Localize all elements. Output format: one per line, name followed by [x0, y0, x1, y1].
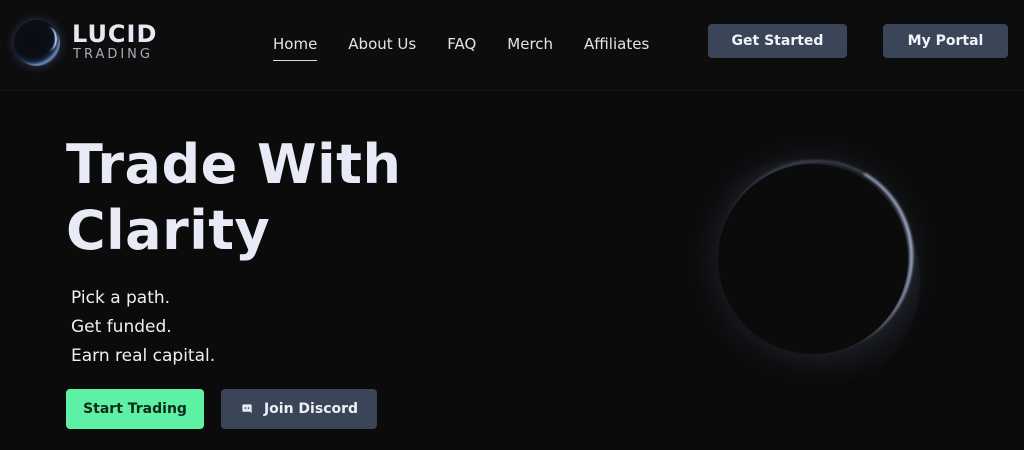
join-discord-label: Join Discord	[263, 401, 359, 417]
get-started-button[interactable]: Get Started	[708, 24, 847, 58]
nav-item-affiliates[interactable]: Affiliates	[584, 35, 649, 53]
tagline-earn-capital: Earn real capital.	[71, 346, 216, 366]
discord-icon	[242, 404, 252, 414]
planet-decoration	[680, 144, 929, 400]
start-trading-button[interactable]: Start Trading	[66, 389, 204, 429]
tagline-pick-a-path: Pick a path.	[71, 288, 171, 308]
brand-name: LUCID	[72, 20, 158, 48]
brand-subtitle: TRADING	[73, 47, 153, 62]
planet-rim	[704, 144, 929, 368]
hero-title: Trade With Clarity	[66, 132, 486, 264]
planet-body	[718, 164, 908, 354]
join-discord-button[interactable]: Join Discord	[221, 389, 377, 429]
planet-glow	[680, 160, 920, 400]
brand-logo[interactable]: LUCID TRADING	[12, 18, 172, 70]
hero-title-line-1: Trade With	[66, 133, 402, 196]
nav-item-about-us[interactable]: About Us	[348, 35, 416, 53]
my-portal-button[interactable]: My Portal	[883, 24, 1008, 58]
site-header: LUCID TRADING Home About Us FAQ Merch Af…	[0, 0, 1024, 91]
nav-item-merch[interactable]: Merch	[507, 35, 553, 53]
tagline-get-funded: Get funded.	[71, 317, 172, 337]
hero-title-line-2: Clarity	[66, 199, 271, 262]
nav-item-home[interactable]: Home	[273, 35, 318, 61]
nav-item-faq[interactable]: FAQ	[447, 35, 476, 53]
main-nav: Home About Us FAQ Merch Affiliates	[273, 32, 649, 61]
logo-orb-icon	[14, 20, 60, 66]
